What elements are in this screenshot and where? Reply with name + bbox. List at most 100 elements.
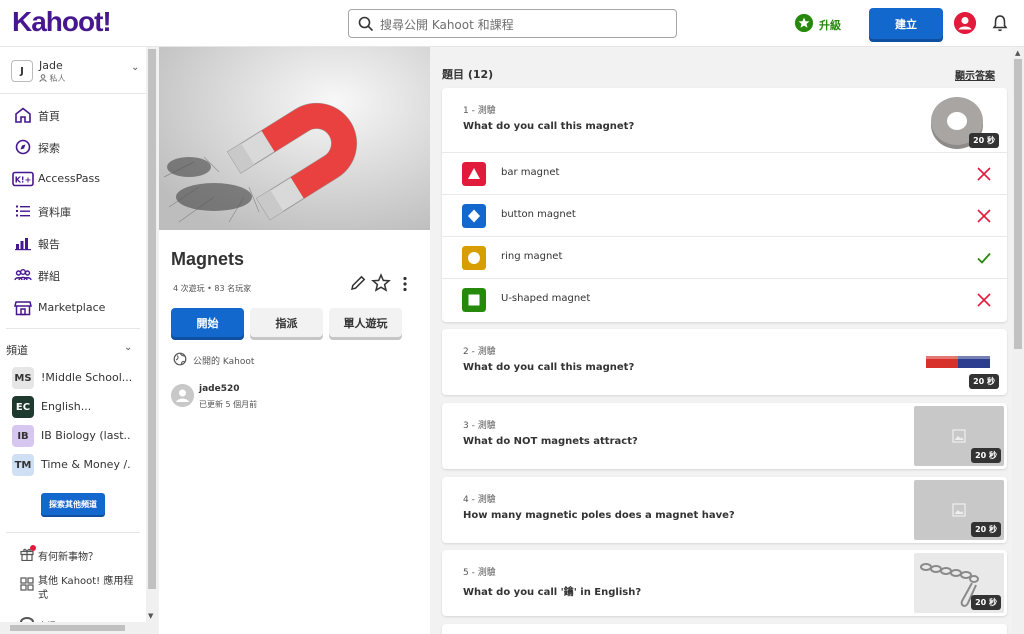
sidebar-item-label: 探索: [38, 142, 60, 155]
show-answers-link[interactable]: 顯示答案: [955, 67, 995, 82]
question-text: What do you call this magnet?: [463, 121, 635, 132]
kahoot-logo[interactable]: Kahoot!: [12, 6, 112, 38]
questions-panel: 題目 (12) 顯示答案 1 - 測驗 What do you call thi…: [430, 47, 1012, 634]
globe-icon: [173, 352, 187, 366]
channel-item[interactable]: EC English...: [10, 394, 146, 420]
question-number: 3 - 測驗: [463, 421, 496, 431]
image-placeholder-icon: [952, 429, 966, 443]
sidebar-scrollbar[interactable]: ▼: [146, 47, 158, 634]
start-button[interactable]: 開始: [171, 308, 244, 337]
question-text: What do you call '鑰' in English?: [463, 587, 642, 598]
magnet-cover-illustration: [159, 47, 430, 230]
chevron-down-icon: ⌄: [131, 62, 140, 73]
svg-text:K!+: K!+: [15, 176, 32, 185]
question-card[interactable]: 4 - 測驗 How many magnetic poles does a ma…: [442, 477, 1007, 543]
question-image-placeholder: 20 秒: [914, 480, 1004, 540]
search-placeholder: 搜尋公開 Kahoot 和課程: [380, 18, 514, 32]
assign-button[interactable]: 指派: [250, 308, 323, 337]
answer-row: U-shaped magnet: [442, 278, 1007, 320]
channel-item[interactable]: MS !Middle School...: [10, 365, 146, 391]
channels-heading: 頻道: [6, 344, 28, 357]
cross-icon: [977, 209, 991, 223]
question-image: 20 秒: [912, 332, 1002, 392]
visibility-label: 公開的 Kahoot: [193, 357, 255, 367]
creator-info[interactable]: jade520 已更新 5 個月前: [171, 382, 421, 414]
solo-play-button[interactable]: 單人遊玩: [329, 308, 402, 337]
scroll-up-arrow-icon[interactable]: ▲: [1015, 49, 1020, 57]
create-button[interactable]: 建立: [869, 8, 943, 39]
sidebar-item-label: 資料庫: [38, 206, 71, 219]
question-image: 20 秒: [914, 553, 1004, 613]
apps-grid-icon: [20, 577, 34, 591]
star-outline-icon[interactable]: [371, 273, 391, 293]
sidebar-divider: [6, 328, 140, 329]
compass-icon: [15, 139, 31, 155]
profile-avatar-icon[interactable]: [954, 12, 976, 34]
top-header: Kahoot! 搜尋公開 Kahoot 和課程 升級 建立: [0, 0, 1024, 47]
cross-icon: [977, 167, 991, 181]
sidebar-item-label: 報告: [38, 238, 60, 251]
question-card[interactable]: 1 - 測驗 What do you call this magnet? 20 …: [442, 88, 1007, 322]
question-number: 2 - 測驗: [463, 347, 496, 357]
explore-channels-button[interactable]: 探索其他頻道: [41, 493, 105, 515]
question-number: 1 - 測驗: [463, 106, 496, 116]
sidebar: J Jade 私人 ⌄ 首頁 探索 K!+ AccessPass 資料庫 報告 …: [0, 47, 146, 634]
square-icon: [462, 288, 486, 312]
sidebar-item-library[interactable]: 資料庫: [0, 196, 146, 226]
home-icon: [15, 107, 31, 123]
scroll-down-arrow-icon[interactable]: ▼: [148, 612, 153, 620]
question-card[interactable]: 5 - 測驗 What do you call '鑰' in English? …: [442, 550, 1007, 616]
answer-label: bar magnet: [501, 167, 560, 178]
sidebar-item-marketplace[interactable]: Marketplace: [0, 293, 146, 323]
channel-label: IB Biology (last...: [41, 429, 131, 442]
question-card[interactable]: [442, 624, 1007, 634]
image-placeholder-icon: [952, 503, 966, 517]
user-privacy: 私人: [39, 73, 66, 84]
sidebar-divider: [6, 532, 140, 533]
question-card[interactable]: 3 - 測驗 What do NOT magnets attract? 20 秒: [442, 403, 1007, 469]
scrollbar-thumb[interactable]: [10, 625, 125, 631]
time-limit-badge: 20 秒: [969, 133, 999, 148]
sidebar-item-reports[interactable]: 報告: [0, 228, 146, 258]
channel-item[interactable]: TM Time & Money /...: [10, 452, 146, 478]
question-number: 4 - 測驗: [463, 495, 496, 505]
notification-dot: [30, 545, 36, 551]
sidebar-item-accesspass[interactable]: K!+ AccessPass: [0, 164, 146, 194]
channel-badge: MS: [12, 367, 34, 389]
search-input[interactable]: 搜尋公開 Kahoot 和課程: [348, 9, 677, 38]
sidebar-item-discover[interactable]: 探索: [0, 132, 146, 162]
channel-item[interactable]: IB IB Biology (last...: [10, 423, 146, 449]
pencil-icon[interactable]: [349, 274, 367, 292]
horizontal-scrollbar[interactable]: [0, 622, 158, 634]
bar-chart-icon: [15, 238, 31, 251]
user-switcher[interactable]: J Jade 私人 ⌄: [0, 47, 146, 94]
avatar: [171, 384, 194, 407]
sidebar-item-groups[interactable]: 群組: [0, 260, 146, 290]
question-card[interactable]: 2 - 測驗 What do you call this magnet? 20 …: [442, 329, 1007, 395]
question-image: 20 秒: [912, 91, 1002, 151]
cover-image: [159, 47, 430, 230]
main-scrollbar[interactable]: ▲: [1012, 47, 1024, 634]
time-limit-badge: 20 秒: [969, 374, 999, 389]
sidebar-item-label: Marketplace: [38, 301, 106, 314]
scrollbar-thumb[interactable]: [148, 49, 156, 589]
sidebar-item-home[interactable]: 首頁: [0, 100, 146, 130]
kahoot-info-panel: Magnets 4 次遊玩 • 83 名玩家 開始 指派 單人遊玩 公開的 Ka…: [159, 47, 430, 634]
search-icon: [358, 16, 374, 32]
user-privacy-label: 私人: [49, 74, 66, 83]
bell-icon[interactable]: [992, 14, 1008, 32]
more-options-icon[interactable]: [402, 276, 408, 292]
whats-new-link[interactable]: 有何新事物？: [20, 545, 146, 567]
channel-label: English...: [41, 400, 92, 413]
chevron-down-icon[interactable]: ⌄: [124, 342, 132, 353]
person-icon: [39, 74, 47, 83]
other-apps-link[interactable]: 其他 Kahoot! 應用程式: [20, 575, 146, 605]
circle-icon: [462, 246, 486, 270]
scrollbar-thumb[interactable]: [1014, 59, 1022, 349]
triangle-icon: [462, 162, 486, 186]
cross-icon: [977, 293, 991, 307]
channel-badge: TM: [12, 454, 34, 476]
time-limit-badge: 20 秒: [971, 595, 1001, 610]
answer-row: button magnet: [442, 194, 1007, 236]
question-text: What do you call this magnet?: [463, 362, 635, 373]
